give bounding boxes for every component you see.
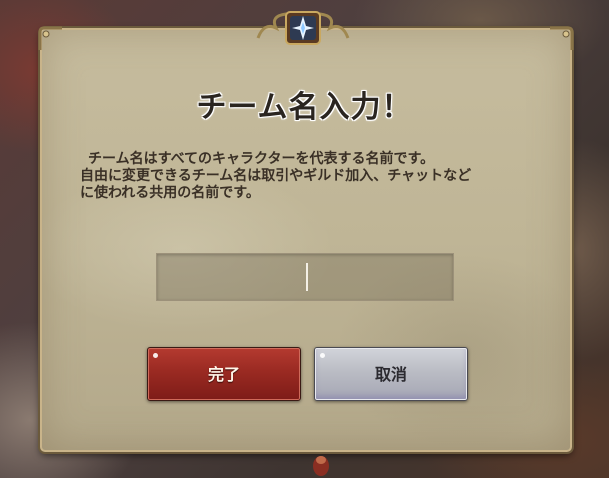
confirm-button-label: 完了 (207, 365, 240, 384)
dialog-description: チーム名はすべてのキャラクターを代表する名前です。 自由に変更できるチーム名は取… (80, 151, 550, 202)
description-line: 自由に変更できるチーム名は取引やギルド加入、チャットなど (80, 168, 472, 184)
cancel-button-label: 取消 (374, 365, 407, 384)
confirm-button[interactable]: 完了 (147, 347, 301, 401)
ornament-corner-icon (550, 26, 574, 50)
cancel-button[interactable]: 取消 (314, 347, 468, 401)
ornament-corner-icon (38, 26, 62, 50)
button-highlight-icon (153, 353, 158, 358)
description-line: チーム名はすべてのキャラクターを代表する名前です。 (88, 151, 435, 167)
button-highlight-icon (320, 353, 325, 358)
description-line: に使われる共用の名前です。 (80, 185, 260, 201)
ornament-bottom-icon (313, 456, 329, 476)
team-name-input[interactable] (156, 253, 454, 301)
compass-star-icon (256, 11, 350, 45)
dialog-title: チーム名入力！ (196, 90, 413, 125)
